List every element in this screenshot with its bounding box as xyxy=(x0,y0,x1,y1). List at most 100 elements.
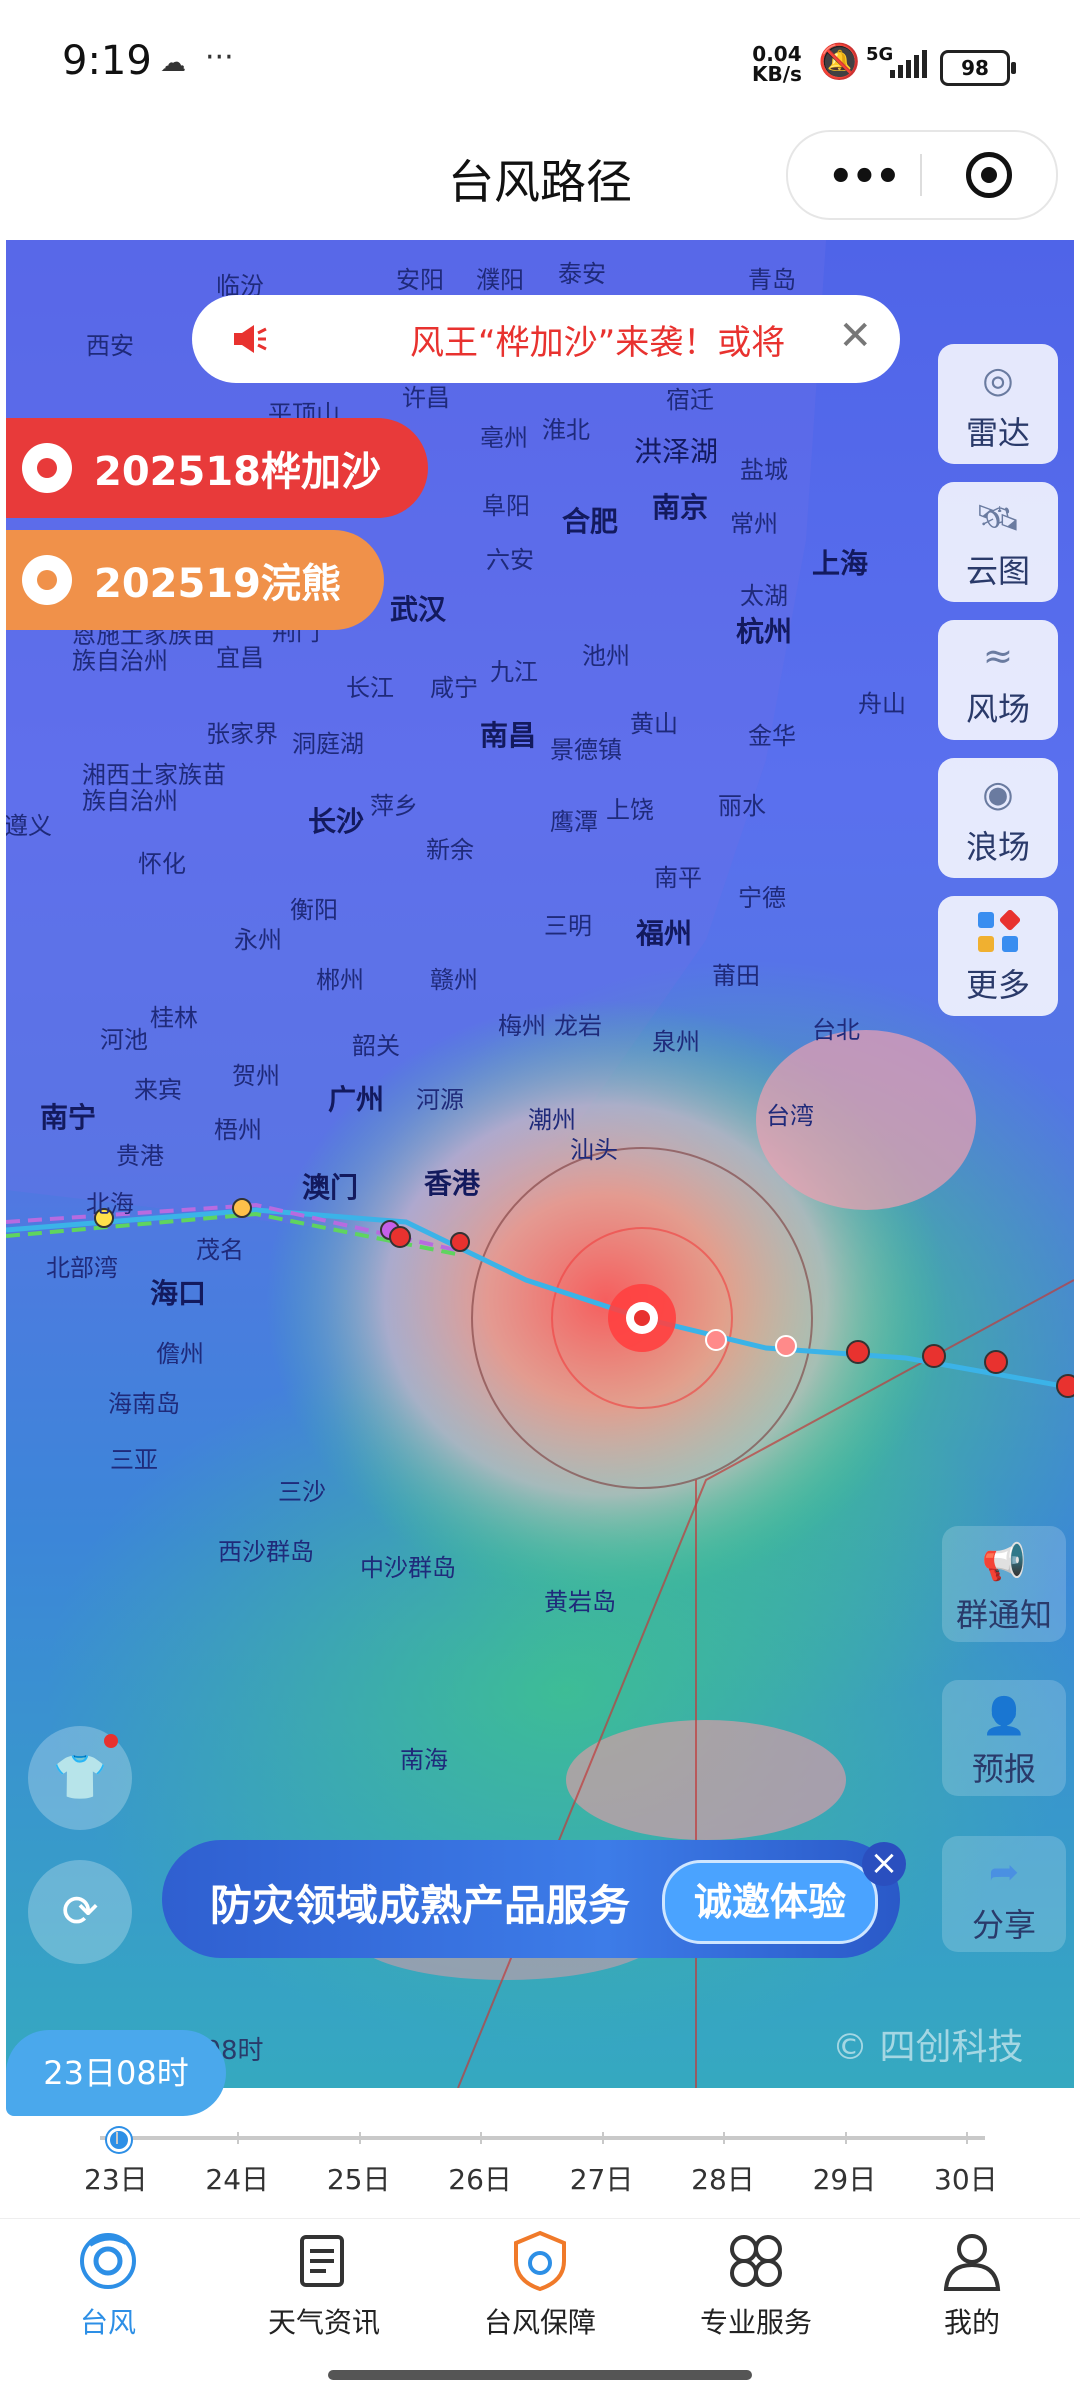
user-icon xyxy=(943,2234,1001,2291)
group-notify-label: 群通知 xyxy=(955,1596,1052,1634)
home-indicator xyxy=(328,2370,752,2380)
megaphone-icon xyxy=(234,325,267,353)
map-label: 南宁 xyxy=(40,1101,97,1134)
map-label: 怀化 xyxy=(138,850,186,878)
tab-me[interactable]: 我的 xyxy=(864,2229,1080,2341)
radar-button[interactable]: ◎ 雷达 xyxy=(938,344,1058,464)
news-icon xyxy=(300,2235,344,2287)
tab-typhoon[interactable]: 台风 xyxy=(0,2229,216,2341)
map-label: 儋州 xyxy=(156,1340,204,1368)
group-notify-button[interactable]: 📢 群通知 xyxy=(942,1526,1066,1642)
more-menu-button[interactable]: ••• xyxy=(828,154,901,200)
share-button[interactable]: ➦ 分享 xyxy=(942,1836,1066,1952)
grid-icon xyxy=(938,909,1058,956)
map-label: 南昌 xyxy=(480,719,537,752)
timeline-day-label[interactable]: 28日 xyxy=(691,2158,755,2198)
map-label: 濮阳 xyxy=(476,266,524,294)
timeline-tick xyxy=(723,2132,726,2144)
alert-text: 风王“桦加沙”来袭！或将 xyxy=(410,323,786,363)
timeline-day-label[interactable]: 29日 xyxy=(813,2158,877,2198)
timeline-day-label[interactable]: 26日 xyxy=(448,2158,512,2198)
timeline-knob[interactable] xyxy=(107,2128,131,2152)
map-label: 贺州 xyxy=(232,1062,280,1090)
tab-label: 台风 xyxy=(79,2306,136,2339)
map-label: 上饶 xyxy=(606,796,654,824)
share-icon: ➦ xyxy=(988,1852,1020,1893)
forecast-label: 预报 xyxy=(971,1750,1036,1788)
promo-cta-button[interactable]: 诚邀体验 xyxy=(662,1860,878,1944)
tab-label: 我的 xyxy=(943,2306,1000,2339)
map-label: 太湖 xyxy=(740,582,788,610)
map-label: 黄山 xyxy=(630,710,678,738)
map-label: 三亚 xyxy=(110,1446,158,1474)
timeline-day-label[interactable]: 24日 xyxy=(205,2158,269,2198)
map-label: 河池 xyxy=(100,1026,148,1054)
map-label: 合肥 xyxy=(562,505,619,538)
refresh-button[interactable]: ⟳ xyxy=(28,1860,132,1964)
map-label: 泰安 xyxy=(558,260,606,288)
map-label: 澳门 xyxy=(302,1171,359,1204)
timeline-day-label[interactable]: 30日 xyxy=(934,2158,998,2198)
status-bar: 9:19 ☁ ··· 0.04 KB/s 🔕 5G 98 xyxy=(0,0,1080,130)
timeline-day-label[interactable]: 23日 xyxy=(84,2158,148,2198)
tab-pro-service[interactable]: 专业服务 xyxy=(648,2229,864,2341)
map-label: 北海 xyxy=(86,1190,134,1218)
close-miniprogram-button[interactable] xyxy=(966,152,1012,198)
map-label: 宁德 xyxy=(738,884,786,912)
map-label: 贵港 xyxy=(116,1142,164,1170)
map-label: 西沙群岛 xyxy=(218,1538,314,1566)
map-label: 泉州 xyxy=(652,1028,700,1056)
current-time-badge: 23日08时 xyxy=(6,2030,226,2116)
tab-weather-news[interactable]: 天气资讯 xyxy=(216,2229,432,2341)
satellite-button[interactable]: 🛰 云图 xyxy=(938,482,1058,602)
wind-icon: ≈ xyxy=(982,636,1014,677)
tab-typhoon-support[interactable]: 台风保障 xyxy=(432,2229,648,2341)
timeline-day-label[interactable]: 25日 xyxy=(327,2158,391,2198)
map-label: 台湾 xyxy=(766,1102,814,1130)
timeline-tick xyxy=(601,2132,604,2144)
tab-label: 天气资讯 xyxy=(267,2306,380,2339)
promo-title: 防灾领域成熟产品服务 xyxy=(210,1881,631,1930)
satellite-label: 云图 xyxy=(965,552,1030,590)
timeline-day-label[interactable]: 27日 xyxy=(570,2158,634,2198)
map-label: 亳州 xyxy=(480,424,528,452)
map-label: 九江 xyxy=(490,658,538,686)
map-label: 宜昌 xyxy=(216,644,264,672)
wave-button[interactable]: ◉ 浪场 xyxy=(938,758,1058,878)
timeline-track[interactable] xyxy=(100,2136,985,2140)
capsule-divider xyxy=(920,154,922,196)
timeline-tick xyxy=(358,2132,361,2144)
forecast-button[interactable]: 👤 预报 xyxy=(942,1680,1066,1796)
more-layers-button[interactable]: 更多 xyxy=(938,896,1058,1016)
battery-indicator: 98 xyxy=(940,50,1016,86)
map-label: 汕头 xyxy=(570,1136,618,1164)
close-promo-button[interactable]: × xyxy=(862,1842,906,1886)
map-label: 池州 xyxy=(582,642,630,670)
map-label: 台北 xyxy=(812,1016,860,1044)
map-label: 许昌 xyxy=(402,384,450,412)
close-alert-button[interactable]: ✕ xyxy=(838,313,872,359)
alert-banner[interactable]: 风王“桦加沙”来袭！或将 ✕ xyxy=(192,295,900,383)
wave-label: 浪场 xyxy=(965,828,1030,866)
map-label: 龙岩 xyxy=(554,1012,602,1040)
map-label: 鹰潭 xyxy=(550,808,598,836)
typhoon-map[interactable]: 西安 临汾 安阳 濮阳 泰安 青岛 平顶山 许昌 亳州 淮北 宿迁 洪泽湖 盐城… xyxy=(6,240,1074,2088)
wind-button[interactable]: ≈ 风场 xyxy=(938,620,1058,740)
radar-label: 雷达 xyxy=(965,414,1030,452)
storm-tag-hagasa[interactable]: 202518桦加沙 xyxy=(6,418,428,518)
storm-label: 202519浣熊 xyxy=(94,561,341,607)
service-icon xyxy=(730,2235,782,2287)
satellite-icon: 🛰 xyxy=(975,498,1021,539)
map-label: 南海 xyxy=(400,1746,448,1774)
copyright: © 四创科技 xyxy=(832,2027,1024,2068)
mute-icon: 🔕 xyxy=(818,42,861,82)
map-label: 咸宁 xyxy=(430,674,478,702)
tab-label: 专业服务 xyxy=(699,2306,812,2339)
storm-tag-huanxiong[interactable]: 202519浣熊 xyxy=(6,530,384,630)
map-label: 洞庭湖 xyxy=(292,730,364,758)
typhoon-icon xyxy=(80,2233,136,2289)
forecast-icon: 👤 xyxy=(981,1696,1027,1737)
notification-dot xyxy=(104,1734,118,1748)
title-bar: 台风路径 ••• xyxy=(0,130,1080,240)
promo-banner[interactable]: 防灾领域成熟产品服务 诚邀体验 xyxy=(162,1840,900,1958)
